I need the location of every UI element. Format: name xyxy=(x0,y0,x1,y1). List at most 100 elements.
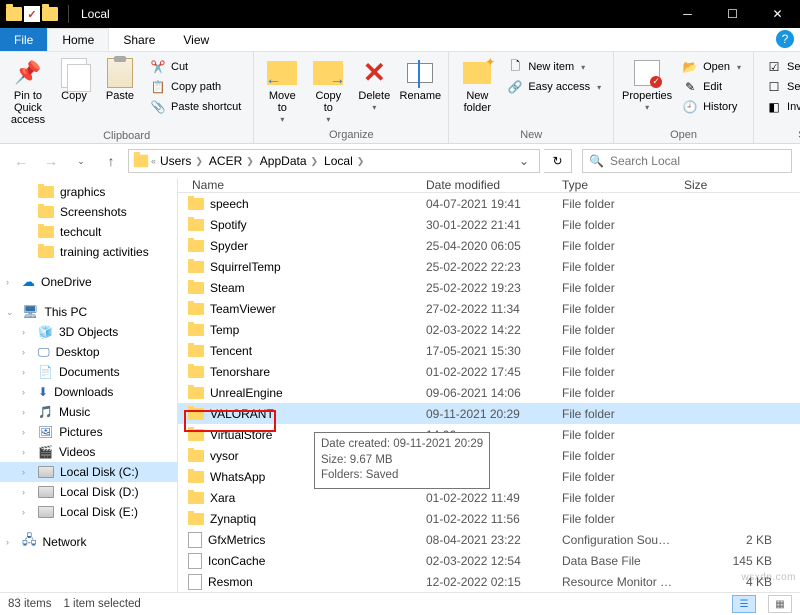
nav-screenshots[interactable]: Screenshots xyxy=(0,202,177,222)
file-row[interactable]: SquirrelTemp25-02-2022 22:23File folder xyxy=(178,256,800,277)
nav-thispc[interactable]: ⌄🖥This PC xyxy=(0,302,177,322)
refresh-button[interactable]: ↻ xyxy=(544,149,572,173)
folder-icon xyxy=(188,282,204,294)
new-folder-button[interactable]: New folder xyxy=(455,56,499,116)
file-row[interactable]: Steam25-02-2022 19:23File folder xyxy=(178,277,800,298)
group-new: New folder 🗋New item▾ 🔗Easy access▾ New xyxy=(449,52,614,143)
cut-button[interactable]: ✂️Cut xyxy=(148,58,243,76)
folder-icon xyxy=(188,513,204,525)
nav-training[interactable]: training activities xyxy=(0,242,177,262)
select-none-button[interactable]: ☐Select none xyxy=(764,78,800,96)
tab-view[interactable]: View xyxy=(169,28,223,51)
crumb-appdata[interactable]: AppData❯ xyxy=(258,154,320,168)
copy-to-button[interactable]: Copy to▾ xyxy=(306,56,350,127)
search-input[interactable]: 🔍 Search Local xyxy=(582,149,792,173)
file-date: 25-02-2022 19:23 xyxy=(426,281,562,295)
close-button[interactable]: ✕ xyxy=(755,0,800,28)
status-selected-count: 1 item selected xyxy=(63,598,140,610)
file-type: File folder xyxy=(562,281,684,295)
file-date: 27-02-2022 11:34 xyxy=(426,302,562,316)
tab-home[interactable]: Home xyxy=(47,28,109,51)
nav-forward-button[interactable]: → xyxy=(38,148,64,174)
file-row[interactable]: IconCache02-03-2022 12:54Data Base File1… xyxy=(178,550,800,571)
ribbon: 📌Pin to Quick access Copy Paste ✂️Cut 📋C… xyxy=(0,52,800,144)
copy-path-button[interactable]: 📋Copy path xyxy=(148,78,243,96)
view-details-button[interactable]: ☰ xyxy=(732,595,756,613)
crumb-acer[interactable]: ACER❯ xyxy=(207,154,256,168)
file-row[interactable]: VALORANT09-11-2021 20:29File folder xyxy=(178,403,800,424)
file-type: File folder xyxy=(562,428,684,442)
nav-3dobjects[interactable]: ›🧊3D Objects xyxy=(0,322,177,342)
nav-graphics[interactable]: graphics xyxy=(0,182,177,202)
ribbon-tabs: File Home Share View ⌄ ? xyxy=(0,28,800,52)
file-row[interactable]: TeamViewer27-02-2022 11:34File folder xyxy=(178,298,800,319)
history-button[interactable]: 🕘History xyxy=(680,98,743,116)
crumb-users[interactable]: Users❯ xyxy=(158,154,205,168)
nav-onedrive[interactable]: ›☁OneDrive xyxy=(0,272,177,292)
app-folder-icon xyxy=(6,7,22,21)
minimize-button[interactable]: ─ xyxy=(665,0,710,28)
tab-share[interactable]: Share xyxy=(109,28,169,51)
nav-techcult[interactable]: techcult xyxy=(0,222,177,242)
help-button[interactable]: ? xyxy=(776,30,794,48)
file-row[interactable]: GfxMetrics08-04-2021 23:22Configuration … xyxy=(178,529,800,550)
navigation-pane[interactable]: graphics Screenshots techcult training a… xyxy=(0,178,178,592)
invert-selection-button[interactable]: ◧Invert selection xyxy=(764,98,800,116)
paste-button[interactable]: Paste xyxy=(98,56,142,104)
nav-documents[interactable]: ›📄Documents xyxy=(0,362,177,382)
file-row[interactable]: Temp02-03-2022 14:22File folder xyxy=(178,319,800,340)
edit-button[interactable]: ✎Edit xyxy=(680,78,743,96)
address-bar[interactable]: « Users❯ ACER❯ AppData❯ Local❯ ⌄ xyxy=(128,149,540,173)
delete-button[interactable]: ✕Delete▾ xyxy=(352,56,396,115)
file-row[interactable]: Xara01-02-2022 11:49File folder xyxy=(178,487,800,508)
nav-back-button[interactable]: ← xyxy=(8,148,34,174)
nav-music[interactable]: ›🎵Music xyxy=(0,402,177,422)
properties-button[interactable]: Properties▾ xyxy=(620,56,674,115)
file-row[interactable]: Tenorshare01-02-2022 17:45File folder xyxy=(178,361,800,382)
col-date[interactable]: Date modified xyxy=(426,178,562,192)
maximize-button[interactable]: ☐ xyxy=(710,0,755,28)
open-button[interactable]: 📂Open▾ xyxy=(680,58,743,76)
tab-file[interactable]: File xyxy=(0,28,47,51)
col-type[interactable]: Type xyxy=(562,178,684,192)
new-item-button[interactable]: 🗋New item▾ xyxy=(505,58,603,76)
nav-disk-d[interactable]: ›Local Disk (D:) xyxy=(0,482,177,502)
rename-button[interactable]: Rename xyxy=(398,56,442,104)
paste-shortcut-button[interactable]: 📎Paste shortcut xyxy=(148,98,243,116)
status-item-count: 83 items xyxy=(8,598,51,610)
column-headers[interactable]: Name Date modified Type Size xyxy=(178,178,800,193)
nav-disk-c[interactable]: ›Local Disk (C:) xyxy=(0,462,177,482)
file-row[interactable]: speech04-07-2021 19:41File folder xyxy=(178,193,800,214)
nav-downloads[interactable]: ›⬇Downloads xyxy=(0,382,177,402)
nav-pictures[interactable]: ›🖼Pictures xyxy=(0,422,177,442)
easy-access-button[interactable]: 🔗Easy access▾ xyxy=(505,78,603,96)
file-type: File folder xyxy=(562,260,684,274)
nav-up-button[interactable]: ↑ xyxy=(98,148,124,174)
file-type: File folder xyxy=(562,470,684,484)
crumb-local[interactable]: Local❯ xyxy=(322,154,366,168)
file-row[interactable]: UnrealEngine09-06-2021 14:06File folder xyxy=(178,382,800,403)
file-row[interactable]: Spyder25-04-2020 06:05File folder xyxy=(178,235,800,256)
nav-network[interactable]: ›🖧Network xyxy=(0,532,177,552)
copy-button[interactable]: Copy xyxy=(52,56,96,104)
nav-disk-e[interactable]: ›Local Disk (E:) xyxy=(0,502,177,522)
qat-properties-icon[interactable]: ✓ xyxy=(24,6,40,22)
file-row[interactable]: Zynaptiq01-02-2022 11:56File folder xyxy=(178,508,800,529)
nav-desktop[interactable]: ›🖵Desktop xyxy=(0,342,177,362)
select-all-button[interactable]: ☑Select all xyxy=(764,58,800,76)
file-row[interactable]: Spotify30-01-2022 21:41File folder xyxy=(178,214,800,235)
addr-dropdown-icon[interactable]: ⌄ xyxy=(513,154,535,168)
nav-videos[interactable]: ›🎬Videos xyxy=(0,442,177,462)
view-large-icons-button[interactable]: ▦ xyxy=(768,595,792,613)
file-name: UnrealEngine xyxy=(210,386,283,400)
move-to-button[interactable]: Move to▾ xyxy=(260,56,304,127)
col-name[interactable]: Name xyxy=(188,178,426,192)
col-size[interactable]: Size xyxy=(684,178,800,192)
file-list[interactable]: Name Date modified Type Size speech04-07… xyxy=(178,178,800,592)
nav-recent-button[interactable]: ⌄ xyxy=(68,148,94,174)
qat-folder-icon[interactable] xyxy=(42,7,58,21)
file-row[interactable]: Tencent17-05-2021 15:30File folder xyxy=(178,340,800,361)
file-row[interactable]: Resmon12-02-2022 02:15Resource Monitor …… xyxy=(178,571,800,592)
pin-quick-access-button[interactable]: 📌Pin to Quick access xyxy=(6,56,50,128)
file-name: IconCache xyxy=(208,554,265,568)
